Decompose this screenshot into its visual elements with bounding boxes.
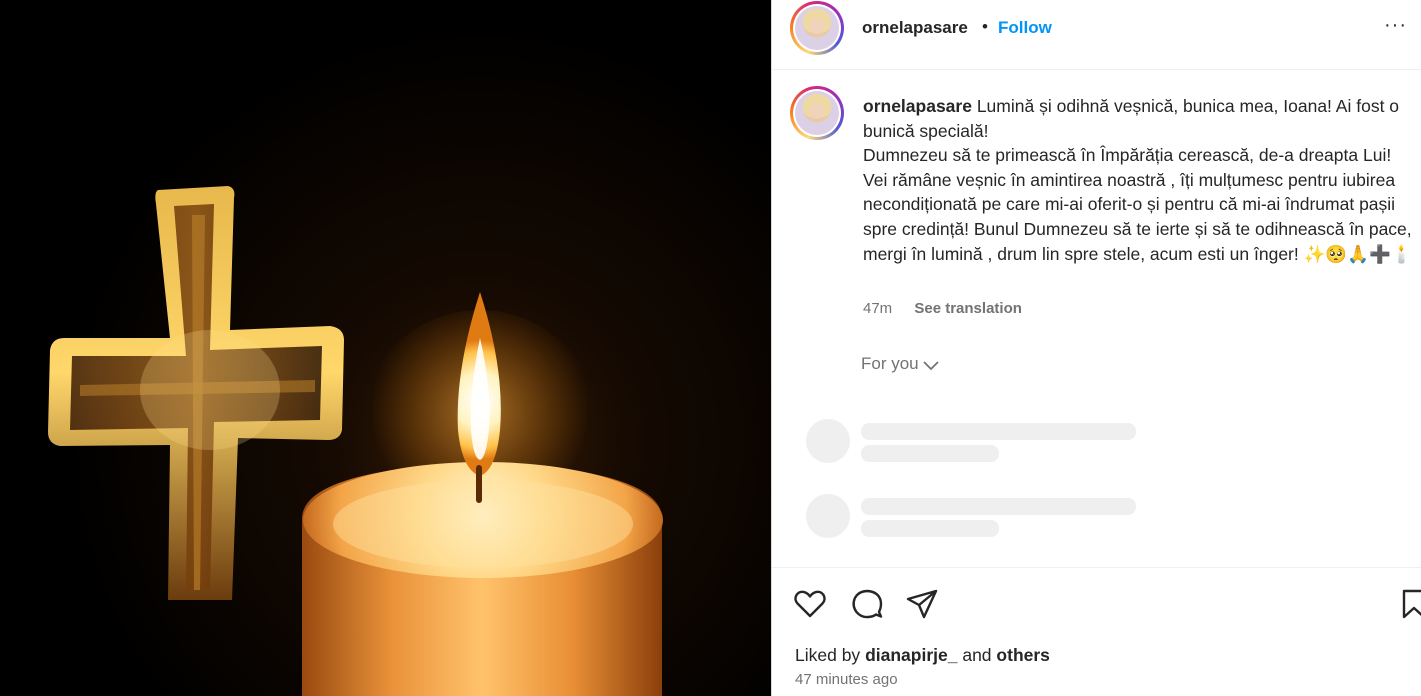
caption-avatar[interactable] <box>790 86 844 140</box>
for-you-label: For you <box>861 354 919 373</box>
likes-summary: Liked by dianapirje_ and others <box>795 645 1050 666</box>
liked-by-others-link[interactable]: others <box>996 645 1049 665</box>
for-you-dropdown[interactable]: For you <box>861 354 939 374</box>
caption-meta: 47m See translation <box>863 300 1022 317</box>
caption-age: 47m <box>863 300 893 317</box>
liked-by-and: and <box>962 645 992 665</box>
post-timestamp[interactable]: 47 minutes ago <box>795 671 898 688</box>
heart-icon[interactable] <box>792 586 828 622</box>
more-icon[interactable]: ··· <box>1384 14 1407 37</box>
post-media[interactable] <box>0 0 771 696</box>
action-bar <box>772 567 1421 637</box>
loading-placeholder <box>806 494 1146 544</box>
comment-icon[interactable] <box>849 586 885 622</box>
liked-by-prefix: Liked by <box>795 645 861 665</box>
send-icon[interactable] <box>904 586 940 622</box>
author-avatar[interactable] <box>790 1 844 55</box>
chevron-down-icon <box>923 361 939 371</box>
separator-dot: • <box>982 17 988 36</box>
post-header: ornelapasare • Follow ··· <box>772 0 1421 70</box>
caption-username[interactable]: ornelapasare <box>863 96 972 116</box>
caption: ornelapasare Lumină și odihnă veșnică, b… <box>863 94 1418 266</box>
author-username[interactable]: ornelapasare <box>862 18 968 38</box>
post-image <box>0 0 771 696</box>
liked-by-user-link[interactable]: dianapirje_ <box>865 645 957 665</box>
bookmark-icon[interactable] <box>1400 586 1421 622</box>
see-translation-button[interactable]: See translation <box>914 300 1022 317</box>
loading-placeholder <box>806 419 1146 469</box>
follow-button[interactable]: Follow <box>998 18 1052 38</box>
caption-text: Lumină și odihnă veșnică, bunica mea, Io… <box>863 96 1413 264</box>
post-side-panel: ornelapasare • Follow ··· ornelapasare L… <box>771 0 1421 696</box>
